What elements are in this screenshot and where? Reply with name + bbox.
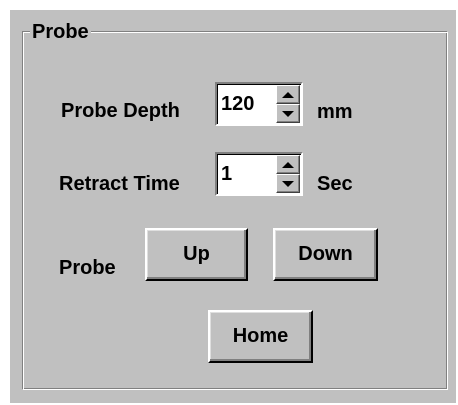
probe-depth-decrement-button[interactable] — [276, 104, 300, 123]
probe-down-button[interactable]: Down — [273, 228, 378, 281]
retract-time-spin-buttons — [276, 155, 300, 193]
retract-time-label: Retract Time — [59, 173, 180, 195]
arrow-down-icon — [282, 110, 294, 117]
probe-home-button[interactable]: Home — [208, 310, 313, 363]
probe-depth-spinner — [215, 82, 303, 126]
probe-depth-label: Probe Depth — [61, 100, 180, 122]
retract-time-increment-button[interactable] — [276, 155, 300, 174]
retract-time-decrement-button[interactable] — [276, 174, 300, 193]
probe-depth-spin-buttons — [276, 85, 300, 123]
retract-time-spinner — [215, 152, 303, 196]
probe-depth-input[interactable] — [221, 86, 273, 122]
probe-up-button[interactable]: Up — [145, 228, 248, 281]
probe-depth-unit: mm — [317, 101, 353, 123]
probe-depth-increment-button[interactable] — [276, 85, 300, 104]
arrow-down-icon — [282, 180, 294, 187]
arrow-up-icon — [282, 91, 294, 98]
retract-time-input[interactable] — [221, 156, 273, 192]
retract-time-unit: Sec — [317, 173, 353, 195]
probe-group-title: Probe — [30, 21, 91, 43]
probe-row-label: Probe — [59, 257, 116, 279]
arrow-up-icon — [282, 161, 294, 168]
